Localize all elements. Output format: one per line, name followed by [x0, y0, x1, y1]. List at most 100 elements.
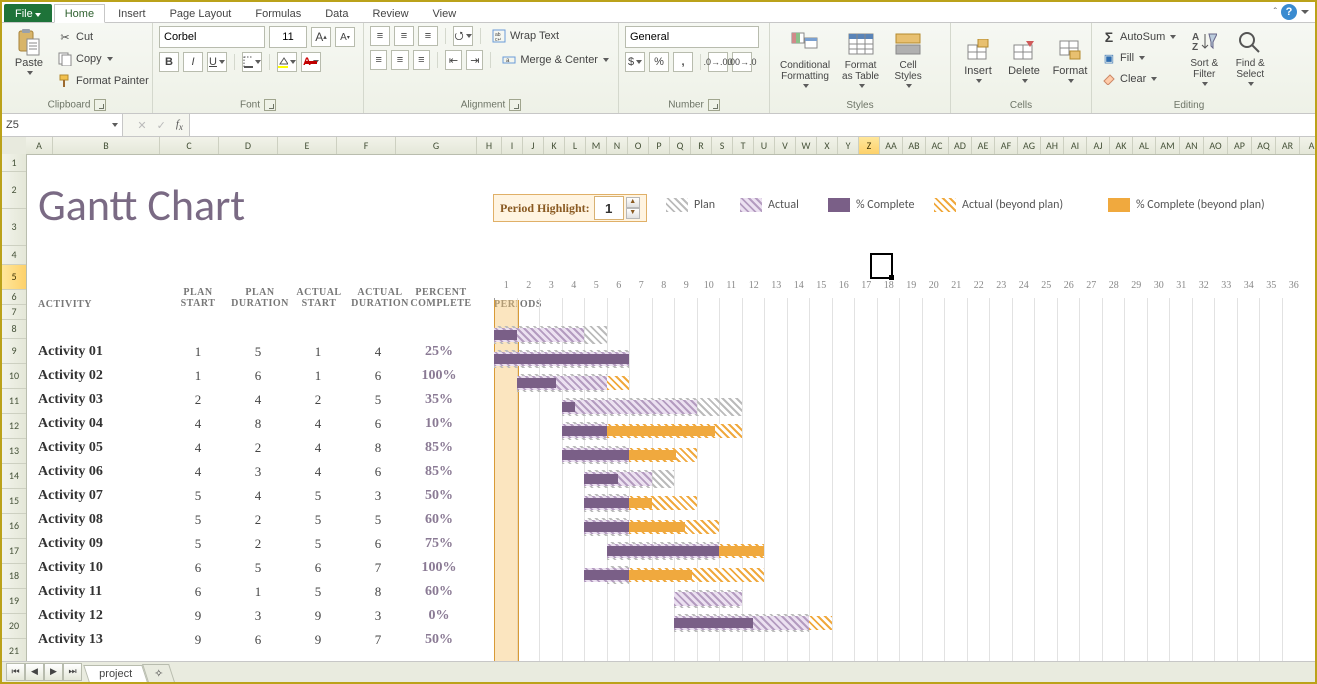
col-header[interactable]: AP [1228, 137, 1252, 154]
name-box[interactable]: Z5 [2, 114, 123, 136]
col-header[interactable]: AK [1110, 137, 1133, 154]
col-header[interactable]: J [523, 137, 544, 154]
col-header[interactable]: AE [972, 137, 995, 154]
find-select-button[interactable]: Find &Select [1229, 26, 1271, 88]
col-header[interactable]: AB [903, 137, 926, 154]
col-header[interactable]: Q [670, 137, 691, 154]
underline-button[interactable]: U [207, 52, 227, 72]
col-header[interactable]: A [26, 137, 53, 154]
col-header[interactable]: AD [949, 137, 972, 154]
row-header[interactable]: 13 [2, 439, 26, 464]
col-header[interactable]: D [219, 137, 278, 154]
col-header[interactable]: AQ [1252, 137, 1276, 154]
row-header[interactable]: 19 [2, 589, 26, 614]
col-header[interactable]: AN [1180, 137, 1204, 154]
col-header[interactable]: M [586, 137, 607, 154]
row-header[interactable]: 4 [2, 246, 26, 265]
grow-font-button[interactable]: A▴ [311, 27, 331, 47]
col-header[interactable]: AA [880, 137, 903, 154]
font-name-input[interactable] [159, 26, 265, 48]
fill-color-button[interactable] [277, 52, 297, 72]
percent-format-button[interactable]: % [649, 52, 669, 72]
formula-input[interactable] [190, 114, 1315, 136]
col-header[interactable]: P [649, 137, 670, 154]
sheet-tab-project[interactable]: project [83, 665, 148, 682]
col-header[interactable]: AC [926, 137, 949, 154]
dialog-launcher-icon[interactable] [708, 99, 720, 111]
column-headers[interactable]: ABCDEFGHIJKLMNOPQRSTUVWXYZAAABACADAEAFAG… [26, 137, 1315, 155]
row-header[interactable]: 6 [2, 290, 26, 305]
col-header[interactable]: AG [1018, 137, 1041, 154]
fx-icon[interactable]: fx [176, 118, 183, 132]
dialog-launcher-icon[interactable] [94, 99, 106, 111]
cell-styles-button[interactable]: CellStyles [887, 28, 929, 90]
tab-nav-last[interactable]: ⏭ [63, 663, 82, 681]
orientation-button[interactable]: ⭯ [453, 26, 473, 46]
col-header[interactable]: G [396, 137, 477, 154]
col-header[interactable]: AM [1156, 137, 1180, 154]
tab-page-layout[interactable]: Page Layout [159, 4, 243, 22]
tab-view[interactable]: View [422, 4, 468, 22]
row-header[interactable]: 3 [2, 209, 26, 246]
minimize-ribbon-icon[interactable]: ˆ [1274, 7, 1277, 18]
format-cells-button[interactable]: Format [1049, 34, 1091, 85]
col-header[interactable]: AO [1204, 137, 1228, 154]
row-header[interactable]: 16 [2, 514, 26, 539]
col-header[interactable]: X [817, 137, 838, 154]
period-highlight-input[interactable] [594, 196, 624, 220]
align-top-button[interactable]: ≡ [370, 26, 390, 46]
col-header[interactable]: Y [838, 137, 859, 154]
align-right-button[interactable]: ≡ [413, 50, 430, 70]
wrap-text-button[interactable]: abc↵Wrap Text [488, 27, 562, 45]
col-header[interactable]: W [796, 137, 817, 154]
col-header[interactable]: R [691, 137, 712, 154]
col-header[interactable]: AR [1276, 137, 1300, 154]
font-size-input[interactable] [269, 26, 307, 48]
col-header[interactable]: L [565, 137, 586, 154]
comma-format-button[interactable]: , [673, 52, 693, 72]
tab-data[interactable]: Data [314, 4, 359, 22]
col-header[interactable]: S [712, 137, 733, 154]
decrease-decimal-button[interactable]: .00→.0 [732, 52, 752, 72]
row-header[interactable]: 21 [2, 639, 26, 662]
col-header[interactable]: I [502, 137, 523, 154]
tab-review[interactable]: Review [361, 4, 419, 22]
grid[interactable]: Gantt Chart Period Highlight: ▲ ▼ Plan A… [26, 154, 1315, 662]
clear-button[interactable]: Clear [1098, 70, 1179, 88]
row-header[interactable]: 20 [2, 614, 26, 639]
font-color-button[interactable]: A [301, 52, 321, 72]
accounting-format-button[interactable]: $ [625, 52, 645, 72]
tab-formulas[interactable]: Formulas [244, 4, 312, 22]
col-header[interactable]: N [607, 137, 628, 154]
tab-nav-next[interactable]: ▶ [44, 663, 63, 681]
paste-button[interactable]: Paste [8, 26, 50, 77]
shrink-font-button[interactable]: A▾ [335, 27, 355, 47]
selected-cell[interactable] [870, 253, 893, 279]
sort-filter-button[interactable]: AZSort &Filter [1183, 26, 1225, 88]
tab-nav-first[interactable]: ⏮ [6, 663, 25, 681]
col-header[interactable]: E [278, 137, 337, 154]
insert-cells-button[interactable]: Insert [957, 34, 999, 85]
window-options-icon[interactable] [1301, 10, 1309, 14]
align-left-button[interactable]: ≡ [370, 50, 387, 70]
increase-decimal-button[interactable]: .0→.00 [708, 52, 728, 72]
col-header[interactable]: T [733, 137, 754, 154]
autosum-button[interactable]: ΣAutoSum [1098, 28, 1179, 46]
col-header[interactable]: AI [1064, 137, 1087, 154]
row-header[interactable]: 17 [2, 539, 26, 564]
dialog-launcher-icon[interactable] [264, 99, 276, 111]
row-header[interactable]: 12 [2, 414, 26, 439]
fx-cancel-icon[interactable]: ✕ [137, 119, 146, 132]
format-as-table-button[interactable]: Formatas Table [838, 28, 883, 90]
col-header[interactable]: U [754, 137, 775, 154]
row-header[interactable]: 11 [2, 389, 26, 414]
col-header[interactable]: AL [1133, 137, 1156, 154]
row-header[interactable]: 14 [2, 464, 26, 489]
cut-button[interactable]: ✂Cut [54, 28, 152, 46]
col-header[interactable]: K [544, 137, 565, 154]
decrease-indent-button[interactable]: ⇤ [445, 50, 462, 70]
delete-cells-button[interactable]: Delete [1003, 34, 1045, 85]
row-header[interactable]: 8 [2, 320, 26, 339]
increase-indent-button[interactable]: ⇥ [466, 50, 483, 70]
number-format-select[interactable] [625, 26, 759, 48]
